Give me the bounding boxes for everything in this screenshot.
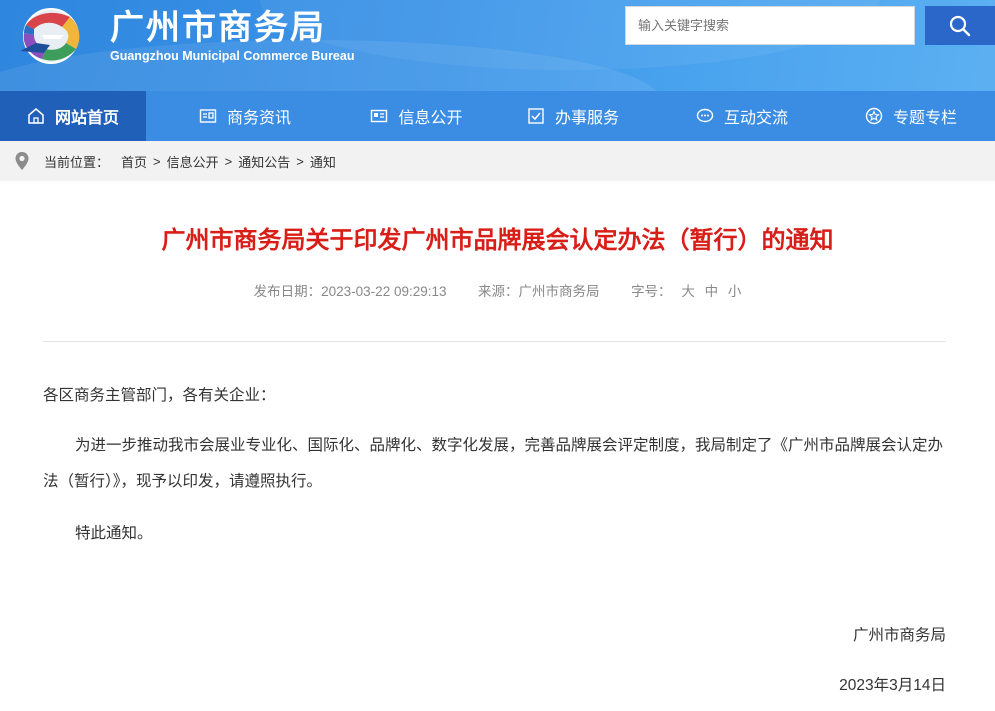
nav-item-label: 办事服务 (554, 110, 619, 127)
nav-item-label: 信息公开 (398, 110, 463, 127)
nav-item-info-disclosure[interactable]: 信息公开 (344, 91, 489, 141)
nav-item-interaction[interactable]: 互动交流 (657, 91, 827, 141)
nav-item-label: 专题专栏 (892, 110, 957, 127)
site-header: 广州市商务局 Guangzhou Municipal Commerce Bure… (0, 0, 995, 91)
main-nav: 网站首页 商务资讯 信息公开 办事服务 互动交流 专题专栏 (0, 91, 995, 141)
source: 广州市商务局 (518, 284, 600, 299)
font-size-medium-button[interactable]: 中 (705, 284, 719, 299)
publish-date-label: 发布日期： (253, 284, 322, 299)
signature-date: 2023年3月14日 (839, 677, 946, 694)
search-input[interactable] (625, 6, 915, 45)
site-title: 广州市商务局 (110, 8, 326, 48)
breadcrumb-separator: > (153, 153, 161, 169)
news-icon (199, 107, 217, 125)
font-size-large-button[interactable]: 大 (681, 284, 695, 299)
site-subtitle: Guangzhou Municipal Commerce Bureau (110, 49, 355, 63)
home-icon (27, 107, 45, 125)
breadcrumb-info-disclosure-link[interactable]: 信息公开 (167, 152, 219, 171)
star-icon (865, 107, 883, 125)
body-paragraph: 为进一步推动我市会展业专业化、国际化、品牌化、数字化发展，完善品牌展会评定制度，… (43, 437, 944, 490)
nav-item-services[interactable]: 办事服务 (489, 91, 657, 141)
guangzhou-emblem-icon[interactable] (14, 5, 88, 67)
search-button[interactable] (925, 6, 995, 45)
breadcrumb-notices-link[interactable]: 通知公告 (238, 152, 290, 171)
salutation: 各区商务主管部门，各有关企业： (43, 387, 276, 404)
nav-item-news[interactable]: 商务资讯 (146, 91, 344, 141)
publish-date: 2023-03-22 09:29:13 (321, 284, 447, 299)
breadcrumb-notice-link[interactable]: 通知 (310, 152, 336, 171)
nav-item-label: 商务资讯 (226, 110, 291, 127)
breadcrumb-separator: > (296, 153, 304, 169)
article-title: 广州市商务局关于印发广州市品牌展会认定办法（暂行）的通知 (161, 226, 834, 254)
font-size-label: 字号： (631, 284, 672, 299)
closing-line: 特此通知。 (75, 525, 153, 542)
breadcrumb-separator: > (224, 153, 233, 169)
signature-org: 广州市商务局 (852, 627, 946, 644)
checkbox-icon (527, 107, 545, 125)
article-meta: 发布日期：2023-03-22 09:29:13 来源：广州市商务局 字号： 大… (0, 282, 995, 302)
nav-item-label: 互动交流 (723, 110, 788, 127)
breadcrumb-label: 当前位置： (44, 154, 110, 170)
nav-item-label: 网站首页 (54, 110, 119, 127)
divider (43, 341, 946, 342)
breadcrumb-home-link[interactable]: 首页 (121, 152, 147, 171)
breadcrumb: 当前位置： 首页 > 信息公开 > 通知公告 > 通知 (0, 141, 995, 181)
nav-item-home[interactable]: 网站首页 (0, 91, 146, 141)
chat-bubble-icon (696, 107, 714, 125)
search-icon (949, 15, 971, 36)
location-pin-icon (15, 152, 29, 170)
info-card-icon (370, 107, 388, 125)
font-size-small-button[interactable]: 小 (728, 284, 742, 299)
nav-item-special-topics[interactable]: 专题专栏 (827, 91, 995, 141)
source-label: 来源： (478, 284, 519, 299)
